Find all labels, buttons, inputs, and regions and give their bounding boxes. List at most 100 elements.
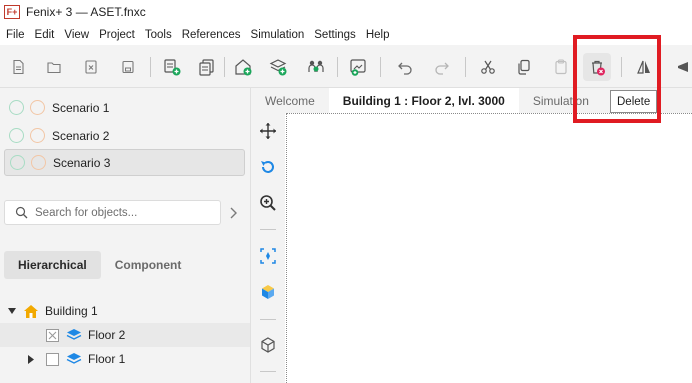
scenario-label: Scenario 1 (52, 100, 110, 115)
scenario-item[interactable]: Scenario 3 (4, 149, 245, 176)
strip-separator (260, 371, 276, 372)
zoom-button[interactable] (257, 192, 279, 214)
floor-plan-canvas[interactable] (286, 113, 692, 383)
add-building-button[interactable] (229, 53, 257, 81)
tree-row-floor[interactable]: Floor 1 (0, 347, 250, 371)
toolbar-separator (465, 57, 466, 77)
canvas-tool-strip (251, 113, 285, 383)
add-floor-icon (269, 59, 287, 76)
visibility-checkbox[interactable] (46, 352, 59, 366)
search-input[interactable] (35, 206, 215, 219)
floor-layers-icon (66, 353, 82, 364)
menu-simulation[interactable]: Simulation (246, 29, 310, 41)
toolbar-separator (150, 57, 151, 77)
scenario-label: Scenario 3 (53, 155, 111, 170)
redo-button[interactable] (428, 53, 456, 81)
add-occupant-button[interactable] (302, 53, 330, 81)
import-image-icon (350, 59, 366, 76)
scenario-panel: Scenario 1 Scenario 2 Scenario 3 Hierarc… (0, 88, 251, 383)
scenario-status-icon (31, 155, 46, 170)
menu-settings[interactable]: Settings (309, 29, 361, 41)
save-project-button[interactable] (114, 53, 142, 81)
toolbar-separator (337, 57, 338, 77)
flip-icon (678, 62, 688, 72)
visibility-checkbox[interactable] (46, 328, 59, 342)
toolbar-separator (224, 57, 225, 77)
strip-separator (260, 229, 276, 230)
menu-references[interactable]: References (177, 29, 246, 41)
open-project-button[interactable] (40, 53, 68, 81)
collapsed-arrow-icon[interactable] (27, 354, 35, 364)
toolbar-separator (380, 57, 381, 77)
undo-button[interactable] (391, 53, 419, 81)
app-logo-icon: F+ (4, 5, 20, 19)
main-toolbar (0, 45, 692, 88)
add-scenario-button[interactable] (158, 53, 186, 81)
fit-view-button[interactable] (257, 245, 279, 267)
paste-button[interactable] (547, 53, 575, 81)
wireframe-view-button[interactable] (257, 334, 279, 356)
menu-tools[interactable]: Tools (140, 29, 177, 41)
scenario-status-icon (30, 128, 45, 143)
tab-floor-plan[interactable]: Building 1 : Floor 2, lvl. 3000 (328, 88, 519, 113)
close-file-icon (85, 60, 97, 74)
save-icon (122, 60, 134, 74)
cut-button[interactable] (474, 53, 502, 81)
fit-extents-icon (260, 248, 276, 264)
menu-help[interactable]: Help (361, 29, 395, 41)
zoom-in-icon (260, 195, 276, 211)
tree-building-label: Building 1 (45, 304, 98, 318)
rotate-icon (261, 161, 274, 173)
tree-floor-label: Floor 1 (88, 352, 126, 366)
cube-outline-icon (261, 337, 275, 353)
component-view-button[interactable]: Component (101, 251, 196, 279)
add-floor-button[interactable] (264, 53, 292, 81)
toolbar-separator (621, 57, 622, 77)
scenario-status-icon (10, 155, 25, 170)
chevron-right-icon[interactable] (228, 206, 240, 220)
delete-button[interactable] (583, 53, 611, 81)
search-icon (15, 206, 29, 220)
pan-button[interactable] (257, 120, 279, 142)
new-project-button[interactable] (4, 53, 32, 81)
paste-icon (555, 59, 567, 75)
occupants-icon (308, 60, 324, 72)
scenario-item[interactable]: Scenario 1 (4, 94, 245, 121)
tab-simulation[interactable]: Simulation (519, 88, 603, 113)
title-bar: F+ Fenix+ 3 — ASET.fnxc (0, 0, 692, 24)
rotate-button[interactable] (257, 156, 279, 178)
object-search (4, 200, 221, 225)
menu-view[interactable]: View (59, 29, 94, 41)
folder-icon (47, 62, 61, 74)
copy-button[interactable] (510, 53, 538, 81)
duplicate-scenario-button[interactable] (193, 53, 221, 81)
close-project-button[interactable] (77, 53, 105, 81)
tree-row-building[interactable]: Building 1 (0, 299, 250, 323)
mirror-icon (637, 60, 650, 74)
menu-file[interactable]: File (0, 29, 30, 41)
add-building-icon (235, 59, 252, 76)
scenario-status-icon (9, 100, 24, 115)
expanded-arrow-icon[interactable] (8, 307, 16, 315)
tab-welcome[interactable]: Welcome (251, 88, 329, 113)
scenario-item[interactable]: Scenario 2 (4, 122, 245, 149)
tree-floor-label: Floor 2 (88, 328, 126, 342)
strip-separator (260, 319, 276, 320)
tree-row-floor[interactable]: Floor 2 (0, 323, 250, 347)
menu-edit[interactable]: Edit (30, 29, 60, 41)
import-image-button[interactable] (344, 53, 372, 81)
redo-icon (435, 62, 449, 75)
mirror-button[interactable] (630, 53, 658, 81)
scissors-icon (481, 60, 495, 74)
menu-bar: File Edit View Project Tools References … (0, 24, 692, 45)
menu-project[interactable]: Project (94, 29, 140, 41)
add-scenario-icon (164, 59, 181, 76)
x-mark-icon (48, 331, 57, 339)
building-icon (24, 304, 38, 318)
scenario-label: Scenario 2 (52, 128, 110, 143)
hierarchical-view-button[interactable]: Hierarchical (4, 251, 101, 279)
scenario-status-icon (9, 128, 24, 143)
flip-button[interactable] (668, 53, 692, 81)
3d-view-button[interactable] (257, 281, 279, 303)
cube-color-icon (262, 285, 274, 299)
